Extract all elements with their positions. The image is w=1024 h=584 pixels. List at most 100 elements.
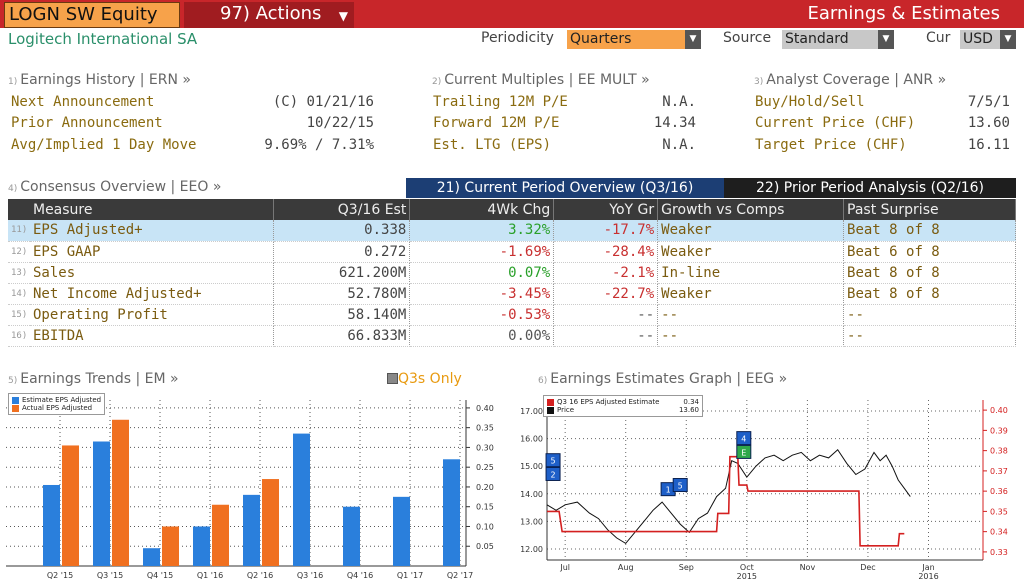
actions-menu[interactable]: 97) Actions ▼ — [184, 2, 354, 28]
x-tick-label: Q2 '17 — [447, 571, 473, 580]
source-value: Standard — [785, 31, 849, 47]
table-row[interactable]: 15) Operating Profit 58.140M -0.53% -- -- -- — [8, 304, 1016, 326]
bar-actual — [62, 445, 79, 566]
bar-estimate — [193, 526, 210, 566]
event-marker[interactable]: 4 — [736, 431, 752, 446]
legend-label: Actual EPS Adjusted — [22, 404, 93, 412]
y-tick-label: 0.40 — [476, 404, 494, 413]
col-4wk-chg[interactable]: 4Wk Chg — [409, 199, 555, 220]
section-title: Earnings History | ERN » — [20, 72, 191, 88]
bar-actual — [212, 504, 229, 566]
current-price-value: 13.60 — [967, 115, 1010, 131]
tab-prior-period[interactable]: 22) Prior Period Analysis (Q2/16) — [724, 178, 1016, 198]
cell-growth: In-line — [657, 262, 845, 284]
next-announcement-value: (C) 01/21/16 — [272, 94, 374, 110]
legend-value: 13.60 — [678, 406, 699, 414]
q3s-only-toggle[interactable]: Q3s Only — [387, 371, 462, 387]
target-price-label: Target Price (CHF) — [755, 137, 907, 153]
periodicity-select[interactable]: Quarters ▼ — [567, 30, 701, 49]
cell-yoy-gr: -- — [553, 325, 659, 347]
marker-label: 2 — [551, 470, 556, 479]
col-past-surprise[interactable]: Past Surprise — [843, 199, 1016, 220]
earnings-graph-link[interactable]: 6) Earnings Estimates Graph | EEG » — [538, 371, 787, 387]
y-tick-label-left: 17.00 — [520, 407, 543, 416]
legend-entry-estimate: Q3 16 EPS Adjusted Estimate 0.34 — [547, 398, 699, 406]
consensus-overview-link[interactable]: 4) Consensus Overview | EEO » — [8, 179, 221, 195]
event-marker[interactable]: 2 — [545, 466, 561, 481]
checkbox-icon — [387, 373, 398, 384]
cell-yoy-gr: -2.1% — [553, 262, 659, 284]
row-number: 12) — [8, 241, 30, 263]
ticker-field[interactable]: LOGN SW Equity — [4, 2, 180, 28]
earnings-trends-link[interactable]: 5) Earnings Trends | EM » — [8, 371, 179, 387]
est-ltg-label: Est. LTG (EPS) — [433, 137, 552, 153]
cell-estimate: 621.200M — [273, 262, 411, 284]
marker-label: 4 — [741, 435, 746, 444]
section-title: Earnings Estimates Graph | EEG » — [550, 371, 788, 387]
legend-swatch — [547, 398, 554, 406]
col-growth-vs-comps[interactable]: Growth vs Comps — [657, 199, 845, 220]
currency-label: Cur — [926, 30, 951, 46]
col-yoy-gr[interactable]: YoY Gr — [553, 199, 659, 220]
row-number: 15) — [8, 304, 30, 326]
col-measure[interactable]: Measure — [29, 199, 275, 220]
earnings-estimates-chart: 12.00 13.00 14.00 15.00 16.00 17.00 0.33 0.34 0.… — [520, 400, 1008, 581]
legend-label: Price — [557, 406, 575, 414]
trailing-pe-label: Trailing 12M P/E — [433, 94, 568, 110]
event-marker[interactable]: E — [736, 444, 752, 459]
table-row[interactable]: 14) Net Income Adjusted+ 52.780M -3.45% -22.… — [8, 283, 1016, 305]
y-tick-label: 0.10 — [476, 522, 494, 531]
prior-announcement-value: 10/22/15 — [306, 115, 374, 131]
bar-estimate — [393, 496, 410, 566]
header-row-number — [8, 199, 30, 220]
table-row[interactable]: 13) Sales 621.200M 0.07% -2.1% In-line Beat 8 … — [8, 262, 1016, 284]
section-number: 5) — [8, 376, 18, 386]
bar-actual — [262, 479, 279, 566]
col-estimate[interactable]: Q3/16 Est — [273, 199, 411, 220]
y-tick-label: 0.30 — [476, 443, 494, 452]
cell-estimate: 52.780M — [273, 283, 411, 305]
bar-estimate — [443, 459, 460, 566]
avg-move-label: Avg/Implied 1 Day Move — [11, 137, 197, 153]
analyst-coverage-link[interactable]: 3) Analyst Coverage | ANR » — [754, 72, 946, 88]
actions-label: 97) Actions — [220, 3, 322, 24]
y-tick-label-right: 0.37 — [990, 467, 1008, 476]
page-title: Earnings & Estimates — [807, 3, 1000, 24]
cell-surprise: Beat 8 of 8 — [843, 283, 1016, 305]
legend-swatch — [12, 396, 19, 404]
earnings-trends-chart: 0.05 0.10 0.15 0.20 0.25 0.30 0.35 0.40 Q2 '15 Q3… — [6, 400, 494, 580]
forward-pe-value: 14.34 — [653, 115, 696, 131]
cell-yoy-gr: -- — [553, 304, 659, 326]
current-multiples-link[interactable]: 2) Current Multiples | EE MULT » — [432, 72, 650, 88]
currency-select[interactable]: USD ▼ — [960, 30, 1016, 49]
marker-label: 5 — [551, 457, 556, 466]
prior-announcement-label: Prior Announcement — [11, 115, 163, 131]
consensus-table: Measure Q3/16 Est 4Wk Chg YoY Gr Growth … — [8, 199, 1016, 347]
chevron-down-icon: ▼ — [338, 9, 348, 23]
row-number: 13) — [8, 262, 30, 284]
marker-label: E — [741, 448, 746, 457]
cell-surprise: -- — [843, 304, 1016, 326]
table-row[interactable]: 11) EPS Adjusted+ 0.338 3.32% -17.7% Weaker Be… — [8, 220, 1016, 242]
marker-label: 1 — [666, 486, 671, 495]
cell-surprise: Beat 8 of 8 — [843, 220, 1016, 242]
table-row[interactable]: 16) EBITDA 66.833M 0.00% -- -- -- — [8, 325, 1016, 347]
bar-actual — [112, 419, 129, 566]
source-select[interactable]: Standard ▼ — [782, 30, 894, 49]
bar-estimate — [143, 548, 160, 566]
chevron-down-icon: ▼ — [685, 30, 701, 49]
cell-measure: EPS GAAP — [29, 241, 275, 263]
cell-measure: EBITDA — [29, 325, 275, 347]
x-tick-label: Aug — [618, 563, 634, 572]
cell-growth: -- — [657, 325, 845, 347]
legend-label: Q3 16 EPS Adjusted Estimate — [557, 398, 660, 406]
y-tick-label-left: 12.00 — [520, 545, 543, 554]
event-marker[interactable]: 5 — [545, 453, 561, 468]
cell-surprise: Beat 8 of 8 — [843, 262, 1016, 284]
event-marker[interactable]: 5 — [672, 478, 688, 493]
table-row[interactable]: 12) EPS GAAP 0.272 -1.69% -28.4% Weaker Beat 6… — [8, 241, 1016, 263]
earnings-history-link[interactable]: 1) Earnings History | ERN » — [8, 72, 191, 88]
x-tick-label: Nov — [800, 563, 816, 572]
section-title: Earnings Trends | EM » — [20, 371, 179, 387]
tab-current-period[interactable]: 21) Current Period Overview (Q3/16) — [406, 178, 724, 198]
